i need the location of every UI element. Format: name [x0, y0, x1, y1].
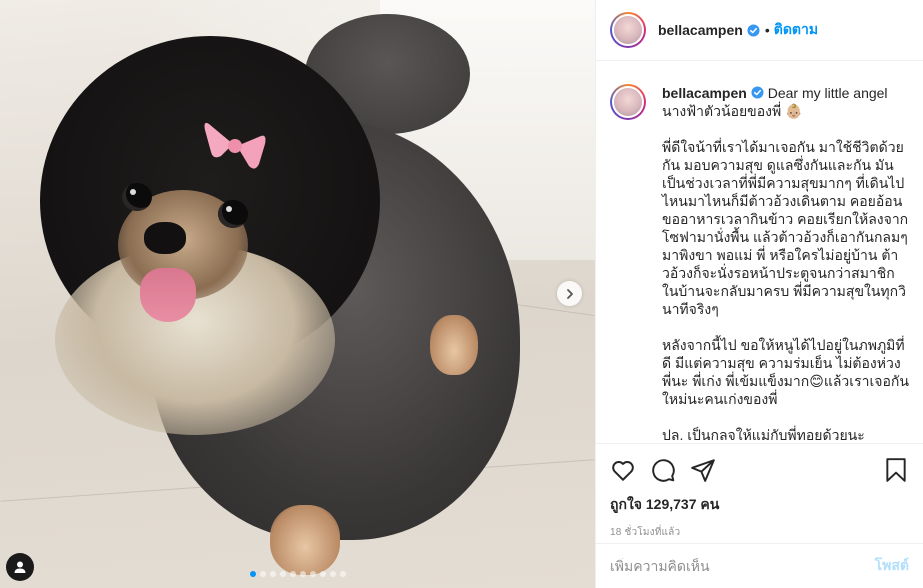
- carousel-dot: [299, 571, 306, 577]
- caption-username[interactable]: bellacampen: [662, 85, 747, 101]
- post-media[interactable]: [0, 0, 595, 588]
- caption-body: พี่ดีใจน้าที่เราได้มาเจอกัน มาใช้ชีวิตด้…: [662, 138, 909, 443]
- caption-title: Dear my little angel: [767, 85, 888, 101]
- like-count[interactable]: ถูกใจ 129,737 คน: [610, 494, 909, 516]
- carousel-dot: [339, 571, 346, 577]
- heart-icon[interactable]: [610, 457, 636, 483]
- bookmark-icon[interactable]: [883, 457, 909, 483]
- avatar[interactable]: [610, 84, 646, 120]
- dog-paw: [270, 505, 340, 575]
- caption-paragraph: ปล. เป็นกลจให้แม่กับพี่ทอยด้วยนะ: [662, 427, 865, 443]
- dog-nose: [144, 222, 186, 254]
- caption-paragraph: หลังจากนี้ไป ขอให้หนูได้ไปอยู่ในภพภูมิที…: [662, 337, 909, 407]
- post-timestamp[interactable]: 18 ชั่วโมงที่แล้ว: [610, 525, 909, 540]
- carousel-dot: [249, 571, 256, 577]
- header-username[interactable]: bellacampen: [658, 22, 743, 38]
- caption-text: bellacampen Dear my little angel นางฟ้าต…: [662, 84, 909, 443]
- caption-subtitle: นางฟ้าตัวน้อยของพี่ 👶🏼: [662, 103, 803, 119]
- verified-badge-icon: [751, 86, 764, 99]
- action-bar: ถูกใจ 129,737 คน 18 ชั่วโมงที่แล้ว: [596, 443, 923, 540]
- comments-area[interactable]: bellacampen Dear my little angel นางฟ้าต…: [596, 62, 923, 443]
- avatar[interactable]: [610, 12, 646, 48]
- carousel-indicator: [0, 571, 595, 577]
- add-comment-bar: โพสต์: [596, 543, 923, 588]
- pink-bow-icon: [204, 122, 266, 169]
- post-header: bellacampen • ติดตาม: [596, 0, 923, 61]
- post-sidebar: bellacampen • ติดตาม bellacampen Dear my…: [595, 0, 923, 588]
- carousel-dot: [259, 571, 266, 577]
- carousel-next-button[interactable]: [557, 281, 582, 306]
- share-icon[interactable]: [690, 457, 716, 483]
- carousel-dot: [279, 571, 286, 577]
- carousel-dot: [269, 571, 276, 577]
- verified-badge-icon: [747, 23, 760, 37]
- caption: bellacampen Dear my little angel นางฟ้าต…: [610, 84, 909, 443]
- comment-icon[interactable]: [650, 457, 676, 483]
- dog-eye-left: [122, 183, 152, 211]
- header-separator: •: [764, 22, 770, 38]
- carousel-dot: [329, 571, 336, 577]
- post-comment-button[interactable]: โพสต์: [875, 555, 909, 577]
- carousel-dot: [319, 571, 326, 577]
- follow-button[interactable]: ติดตาม: [774, 19, 818, 41]
- dog-eye-right: [218, 200, 248, 228]
- carousel-dot: [309, 571, 316, 577]
- dog-paw: [430, 315, 478, 375]
- comment-input[interactable]: [610, 558, 875, 574]
- chevron-right-icon: [566, 288, 573, 299]
- carousel-dot: [289, 571, 296, 577]
- caption-paragraph: พี่ดีใจน้าที่เราได้มาเจอกัน มาใช้ชีวิตด้…: [662, 139, 909, 317]
- dog-tongue: [140, 268, 196, 322]
